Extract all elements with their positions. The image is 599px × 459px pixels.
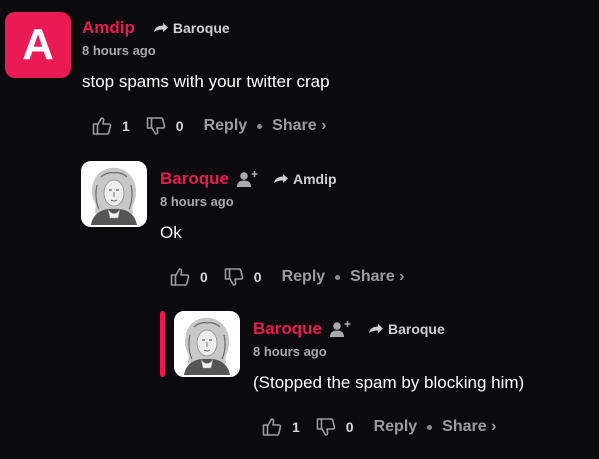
comment-text: stop spams with your twitter crap [82,72,330,91]
reply-arrow-icon [368,324,383,333]
upvote-button[interactable]: 1 [92,116,130,136]
avatar[interactable] [174,311,240,377]
share-button[interactable]: Share › [442,418,496,436]
comment-time: 8 hours ago [253,344,327,359]
comment-actions: 1 0 Reply Share › [262,417,496,437]
thumbs-up-icon [170,268,190,286]
portrait-avatar [176,313,238,375]
reply-to-name: Baroque [172,20,230,36]
comment-author[interactable]: Amdip [82,18,135,38]
reply-to-link[interactable]: Baroque [368,321,445,337]
comment: Baroque Amdip 8 hours ago Ok 0 0 Reply S… [0,150,599,300]
upvote-button[interactable]: 0 [170,267,208,287]
comment-time: 8 hours ago [82,43,156,58]
upvote-button[interactable]: 1 [262,417,300,437]
share-button[interactable]: Share › [272,117,326,135]
comment-time: 8 hours ago [160,194,234,209]
reply-to-link[interactable]: Amdip [273,171,337,187]
avatar[interactable]: A [5,12,71,78]
separator-dot [335,274,341,280]
upvote-count: 1 [122,118,130,134]
separator-dot [427,424,433,430]
comment-actions: 1 0 Reply Share › [92,116,326,136]
comment: Baroque Baroque 8 hours ago (Stopped the… [0,300,599,459]
reply-arrow-icon [153,23,168,32]
portrait-avatar [83,163,145,225]
downvote-button[interactable]: 0 [316,417,354,437]
reply-to-name: Amdip [292,171,337,187]
comment-text: Ok [160,223,182,242]
comment-actions: 0 0 Reply Share › [170,267,404,287]
downvote-button[interactable]: 0 [146,116,184,136]
thumbs-down-icon [316,418,336,436]
reply-button[interactable]: Reply [204,117,248,135]
reply-button[interactable]: Reply [374,418,418,436]
downvote-count: 0 [345,419,354,435]
upvote-count: 1 [292,419,300,435]
thumbs-down-icon [146,117,166,135]
avatar-letter: A [22,20,54,69]
thumbs-up-icon [92,117,112,135]
comment-thread: A Amdip Baroque 8 hours ago stop spams w… [0,0,599,459]
thumbs-down-icon [224,268,244,286]
thumbs-up-icon [262,418,282,436]
follow-user-icon[interactable] [236,170,259,188]
reply-to-name: Baroque [387,321,445,337]
avatar[interactable] [81,161,147,227]
reply-button[interactable]: Reply [282,268,326,286]
downvote-button[interactable]: 0 [224,267,262,287]
comment: A Amdip Baroque 8 hours ago stop spams w… [0,0,599,150]
share-button[interactable]: Share › [350,268,404,286]
follow-user-icon[interactable] [329,320,352,338]
reply-to-link[interactable]: Baroque [153,20,230,36]
downvote-count: 0 [253,269,262,285]
downvote-count: 0 [175,118,184,134]
separator-dot [257,123,263,129]
comment-text: (Stopped the spam by blocking him) [253,373,525,392]
reply-arrow-icon [273,174,288,183]
comment-author[interactable]: Baroque [160,169,229,189]
comment-author[interactable]: Baroque [253,319,322,339]
upvote-count: 0 [200,269,208,285]
